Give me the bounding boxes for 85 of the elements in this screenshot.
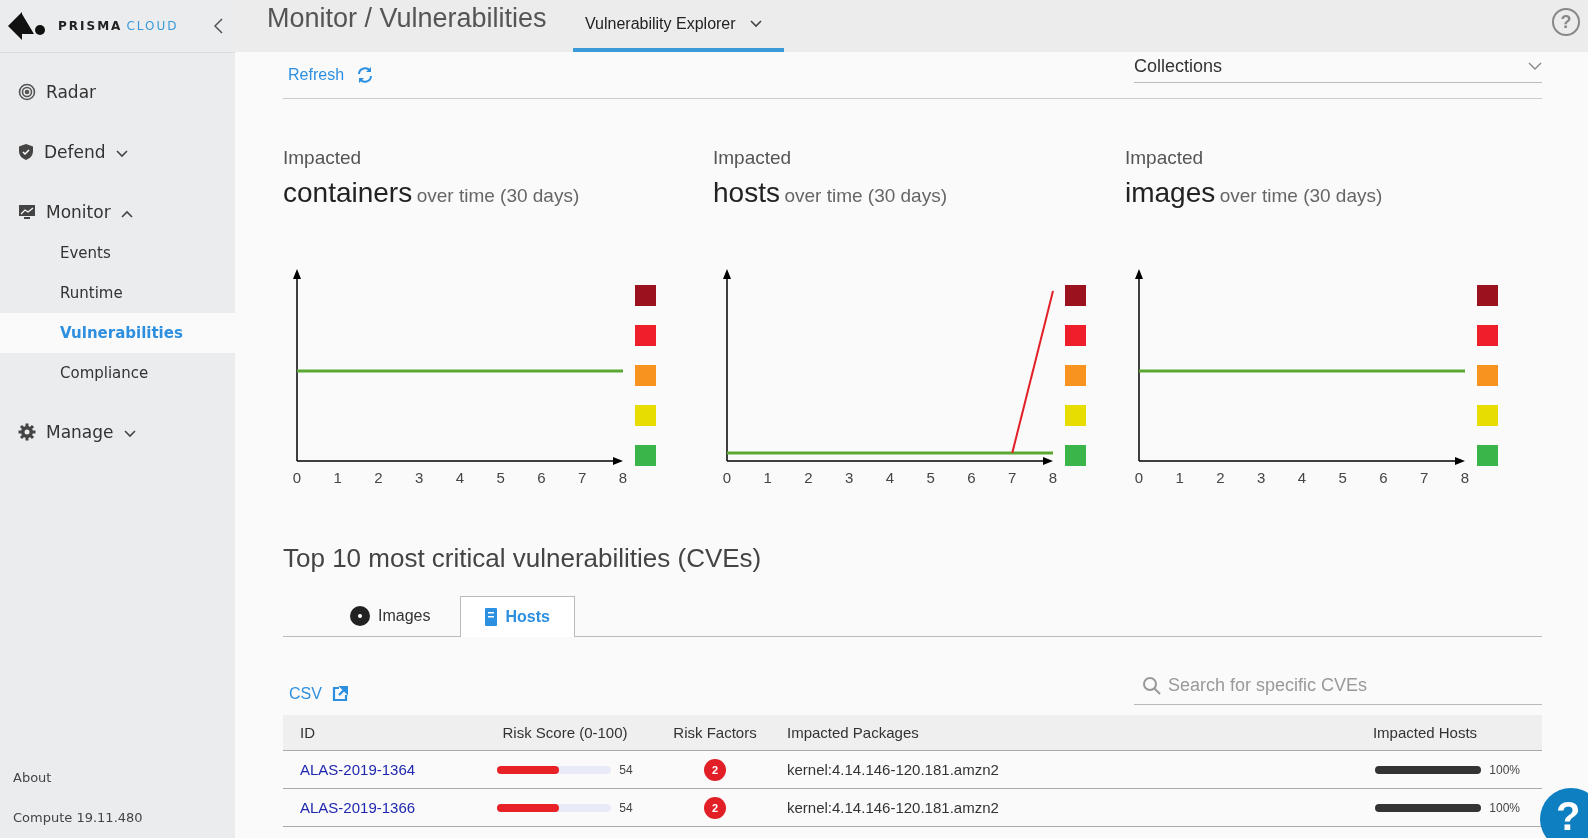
nav-item[interactable]: Defend (0, 131, 235, 173)
package-name: kernel:4.14.146-120.181.amzn2 (786, 761, 1000, 778)
collections-dropdown[interactable]: Collections (1134, 50, 1542, 83)
axis-tick-label: 5 (496, 469, 505, 486)
chart-caption: Impacted (1125, 147, 1205, 169)
column-header: ID (299, 724, 316, 741)
axis-tick-label: 2 (1216, 469, 1225, 486)
nav-subitem[interactable]: Runtime (0, 273, 235, 313)
chevron-icon (1528, 62, 1542, 70)
axis-tick-label: 4 (455, 469, 465, 486)
chart-caption: Impacted (283, 147, 363, 169)
nav-subitem[interactable]: Events (0, 233, 235, 273)
nav-item[interactable]: Radar (0, 71, 235, 113)
chart-subject: containers (283, 177, 413, 208)
sidebar-footer-text: Compute 19.11.480 (13, 809, 144, 827)
axis-tick-label: 4 (1297, 469, 1307, 486)
axis-tick-label: 1 (763, 469, 772, 486)
chevron-icon (123, 429, 136, 438)
collapse-icon[interactable] (213, 18, 223, 34)
axis-tick-label: 5 (926, 469, 935, 486)
axis-tick-label: 8 (1460, 469, 1470, 486)
hosts-percent: 100% (1489, 800, 1520, 815)
axis-tick-label: 3 (415, 469, 424, 486)
nav-item[interactable]: Manage (0, 411, 235, 453)
chevron-icon (115, 149, 128, 158)
axis-tick-label: 0 (292, 469, 302, 486)
axis-tick-label: 0 (1134, 469, 1144, 486)
column-header: Risk Score (0-100) (501, 724, 629, 741)
settings-icon (18, 423, 36, 441)
risk-score: 54 (619, 800, 633, 815)
chart-period: over time (30 days) (784, 185, 947, 206)
axis-tick-label: 8 (1048, 469, 1058, 486)
axis-tick-label: 7 (1008, 469, 1017, 486)
cve-search-field[interactable]: Search for specific CVEs (1134, 667, 1542, 705)
chart-subject: images (1125, 177, 1216, 208)
cve-link[interactable]: ALAS-2019-1366 (300, 799, 416, 816)
chevron-icon (749, 20, 762, 28)
axis-tick-label: 7 (578, 469, 587, 486)
axis-tick-label: 4 (885, 469, 895, 486)
axis-tick-label: 3 (845, 469, 854, 486)
axis-tick-label: 7 (1420, 469, 1429, 486)
monitor-icon (18, 204, 36, 220)
section-title: Top 10 most critical vulnerabilities (CVEs) (283, 543, 763, 574)
axis-tick-label: 5 (1338, 469, 1347, 486)
hosts-percent: 100% (1489, 762, 1520, 777)
server-icon (485, 608, 498, 626)
help-button[interactable]: ? (1540, 788, 1588, 838)
risk-score: 54 (619, 762, 633, 777)
search-icon (1142, 676, 1162, 696)
shield-icon (18, 143, 34, 161)
cve-link[interactable]: ALAS-2019-1364 (300, 761, 416, 778)
brand-name: PRISMA (58, 19, 123, 33)
chevron-icon (120, 209, 133, 218)
chart-period: over time (30 days) (416, 185, 580, 206)
product-name: CLOUD (126, 19, 179, 33)
page-title: Monitor / Vulnerabilities (267, 3, 548, 34)
chart-subject: hosts (713, 177, 780, 208)
cve-tab[interactable]: Images (338, 596, 457, 636)
risk-factor-count: 2 (704, 758, 726, 781)
axis-tick-label: 1 (1175, 469, 1184, 486)
chart-period: over time (30 days) (1219, 185, 1383, 206)
logo-icon (8, 10, 48, 42)
axis-tick-label: 6 (537, 469, 546, 486)
column-header: Impacted Packages (786, 724, 920, 741)
axis-tick-label: 1 (333, 469, 342, 486)
column-header: Risk Factors (672, 724, 758, 741)
chart-caption: Impacted (713, 147, 793, 169)
axis-tick-label: 6 (967, 469, 976, 486)
axis-tick-label: 8 (618, 469, 628, 486)
column-header: Impacted Hosts (1371, 724, 1479, 741)
axis-tick-label: 0 (722, 469, 732, 486)
radar-icon (18, 83, 36, 101)
view-tab[interactable]: Vulnerability Explorer (573, 0, 784, 52)
nav-item[interactable]: Monitor (0, 191, 235, 233)
disc-icon (350, 606, 370, 626)
axis-tick-label: 2 (374, 469, 383, 486)
axis-tick-label: 6 (1379, 469, 1388, 486)
sidebar-footer-text: About (13, 769, 53, 787)
axis-tick-label: 2 (804, 469, 813, 486)
axis-tick-label: 3 (1257, 469, 1266, 486)
risk-factor-count: 2 (704, 796, 726, 819)
nav-subitem[interactable]: Compliance (0, 353, 235, 393)
external-link-icon (331, 686, 348, 702)
package-name: kernel:4.14.146-120.181.amzn2 (786, 799, 1000, 816)
refresh-icon (356, 66, 375, 84)
